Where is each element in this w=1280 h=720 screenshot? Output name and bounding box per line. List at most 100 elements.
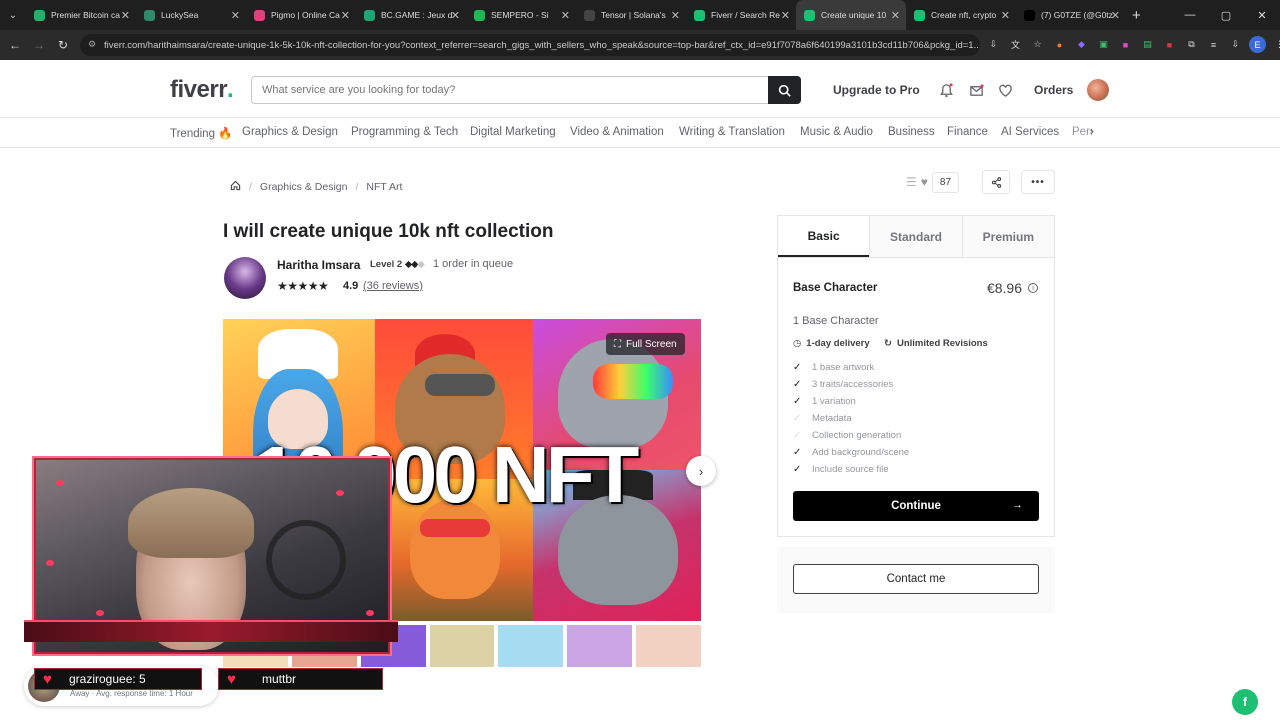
close-window-button[interactable]: ✕: [1244, 0, 1280, 30]
close-tab-icon[interactable]: ✕: [891, 9, 900, 22]
tab-premium[interactable]: Premium: [961, 216, 1054, 257]
home-icon[interactable]: [230, 180, 241, 194]
fiverr-logo[interactable]: fiverr.: [170, 76, 234, 104]
extension-green2-icon[interactable]: ▤: [1139, 36, 1156, 53]
maximize-button[interactable]: ▢: [1208, 0, 1244, 30]
category-scroll-right-icon[interactable]: ›: [1090, 126, 1094, 138]
category-digital-marketing[interactable]: Digital Marketing: [470, 126, 556, 138]
close-tab-icon[interactable]: ✕: [1001, 9, 1010, 22]
browser-tab[interactable]: Pigmo | Online Ca ✕: [246, 0, 356, 30]
extension-green-icon[interactable]: ▣: [1095, 36, 1112, 53]
help-chat-icon[interactable]: f: [1232, 689, 1258, 715]
extension-red-icon[interactable]: ■: [1161, 36, 1178, 53]
bookmark-star-icon[interactable]: ☆: [1029, 36, 1046, 53]
address-bar[interactable]: ⚙ fiverr.com/harithaimsara/create-unique…: [80, 34, 980, 56]
site-info-icon[interactable]: ⚙: [88, 39, 96, 50]
feature-item: ✓ Collection generation: [793, 430, 902, 441]
tab-basic[interactable]: Basic: [778, 216, 870, 257]
user-avatar[interactable]: [1087, 79, 1109, 101]
downloads-icon[interactable]: ⇩: [1227, 36, 1244, 53]
feature-item: ✓ 1 base artwork: [793, 362, 875, 373]
close-tab-icon[interactable]: ✕: [231, 9, 240, 22]
extension-purple-icon[interactable]: ◆: [1073, 36, 1090, 53]
seller-avatar[interactable]: [224, 257, 266, 299]
new-tab-button[interactable]: +: [1132, 7, 1141, 24]
browser-tab[interactable]: LuckySea ✕: [136, 0, 246, 30]
thumbnail[interactable]: [567, 625, 633, 667]
heart-icon[interactable]: ♥: [921, 175, 928, 189]
extensions-puzzle-icon[interactable]: ⧉: [1183, 36, 1200, 53]
category-video-animation[interactable]: Video & Animation: [570, 126, 664, 138]
install-app-icon[interactable]: ⇩: [985, 36, 1002, 53]
back-button[interactable]: ←: [3, 38, 27, 52]
list-icon[interactable]: ☰: [906, 175, 917, 189]
close-tab-icon[interactable]: ✕: [781, 9, 790, 22]
more-options-button[interactable]: •••: [1021, 170, 1055, 194]
browser-tab[interactable]: BC.GAME : Jeux d ✕: [356, 0, 466, 30]
close-tab-icon[interactable]: ✕: [341, 9, 350, 22]
category-finance[interactable]: Finance: [947, 126, 988, 138]
revisions: ↻ Unlimited Revisions: [884, 338, 988, 349]
messages-envelope-icon[interactable]: [968, 82, 984, 98]
browser-tab[interactable]: Tensor | Solana's ✕: [576, 0, 686, 30]
breadcrumb-nft-art[interactable]: NFT Art: [366, 181, 402, 193]
tab-favicon-icon: [804, 9, 815, 21]
browser-tab[interactable]: Premier Bitcoin ca ✕: [26, 0, 136, 30]
category-trending[interactable]: Trending 🔥: [170, 126, 232, 140]
share-button[interactable]: [982, 170, 1010, 194]
translate-icon[interactable]: 文: [1007, 36, 1024, 53]
search-input[interactable]: [252, 77, 768, 103]
heart-icon: ♥: [227, 671, 236, 688]
reload-button[interactable]: ↻: [51, 38, 75, 52]
browser-tab[interactable]: Create nft, crypto ✕: [906, 0, 1016, 30]
close-tab-icon[interactable]: ✕: [121, 9, 130, 22]
seller-level: Level 2 ◆◆◆: [370, 259, 425, 270]
close-tab-icon[interactable]: ✕: [671, 9, 680, 22]
category-programming-tech[interactable]: Programming & Tech: [351, 126, 458, 138]
info-icon[interactable]: i: [1028, 283, 1038, 293]
browser-tab[interactable]: Fiverr / Search Re ✕: [686, 0, 796, 30]
reviews-link[interactable]: (36 reviews): [363, 280, 423, 292]
search-button[interactable]: [768, 76, 801, 104]
tab-title: Pigmo | Online Ca: [271, 10, 340, 20]
contact-me-button[interactable]: Contact me: [793, 564, 1039, 594]
close-tab-icon[interactable]: ✕: [1111, 9, 1120, 22]
tab-standard[interactable]: Standard: [869, 216, 962, 257]
category-music-audio[interactable]: Music & Audio: [800, 126, 873, 138]
full-screen-button[interactable]: ⛶ Full Screen: [606, 333, 685, 355]
category-business[interactable]: Business: [888, 126, 935, 138]
browser-tab[interactable]: SEMPERO - Si ✕: [466, 0, 576, 30]
browser-tab[interactable]: Create unique 10 ✕: [796, 0, 906, 30]
forward-button[interactable]: →: [27, 38, 51, 52]
gallery-next-button[interactable]: ›: [686, 456, 716, 486]
reading-list-icon[interactable]: ≡: [1205, 36, 1222, 53]
extension-pink-icon[interactable]: ■: [1117, 36, 1134, 53]
close-tab-icon[interactable]: ✕: [561, 9, 570, 22]
continue-button[interactable]: Continue →: [793, 491, 1039, 521]
favorites-heart-icon[interactable]: [997, 82, 1013, 98]
category-personal-growth[interactable]: Pers: [1072, 126, 1092, 138]
profile-icon[interactable]: E: [1249, 36, 1266, 53]
browser-tab[interactable]: (7) G0TZE (@G0tz ✕: [1016, 0, 1126, 30]
breadcrumb-graphics-design[interactable]: Graphics & Design: [260, 181, 348, 193]
thumbnail[interactable]: [636, 625, 702, 667]
category-ai-services[interactable]: AI Services: [1001, 126, 1059, 138]
category-writing-translation[interactable]: Writing & Translation: [679, 126, 785, 138]
seller-name[interactable]: Haritha Imsara: [277, 258, 360, 272]
browser-tab-strip: ⌄ Premier Bitcoin ca ✕ LuckySea ✕ Pigmo | On…: [0, 0, 1280, 30]
tab-favicon-icon: [254, 9, 265, 21]
arrow-right-icon: →: [1012, 499, 1023, 511]
browser-menu-icon[interactable]: ⋮: [1271, 36, 1280, 53]
thumbnail[interactable]: [498, 625, 564, 667]
chevron-right-icon: ›: [698, 463, 704, 479]
thumbnail[interactable]: [429, 625, 495, 667]
tab-favicon-icon: [144, 9, 155, 21]
notifications-bell-icon[interactable]: [938, 82, 954, 98]
orders-link[interactable]: Orders: [1034, 83, 1073, 97]
category-graphics-design[interactable]: Graphics & Design: [242, 126, 338, 138]
minimize-button[interactable]: —: [1172, 0, 1208, 30]
extension-fox-icon[interactable]: ●: [1051, 36, 1068, 53]
tab-search-dropdown[interactable]: ⌄: [0, 0, 26, 30]
upgrade-to-pro-link[interactable]: Upgrade to Pro: [833, 83, 920, 97]
close-tab-icon[interactable]: ✕: [451, 9, 460, 22]
